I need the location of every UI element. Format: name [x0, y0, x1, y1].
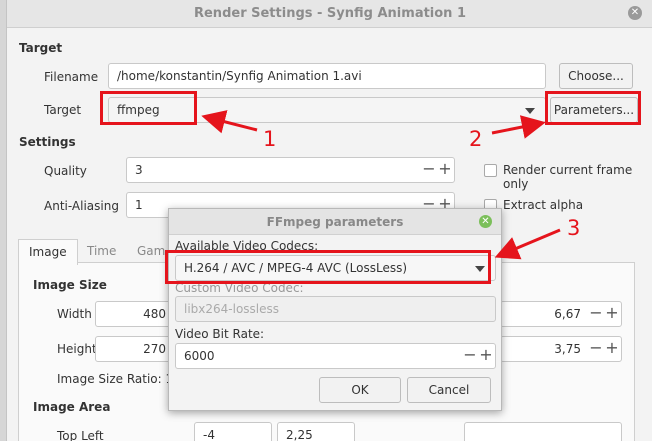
annotation-number-1: 1: [263, 127, 277, 151]
annotation-number-2: 2: [469, 127, 483, 151]
tab-image[interactable]: Image: [18, 239, 78, 265]
annotation-number-3: 3: [567, 216, 581, 240]
arrow-annotation-icon: [201, 110, 561, 260]
